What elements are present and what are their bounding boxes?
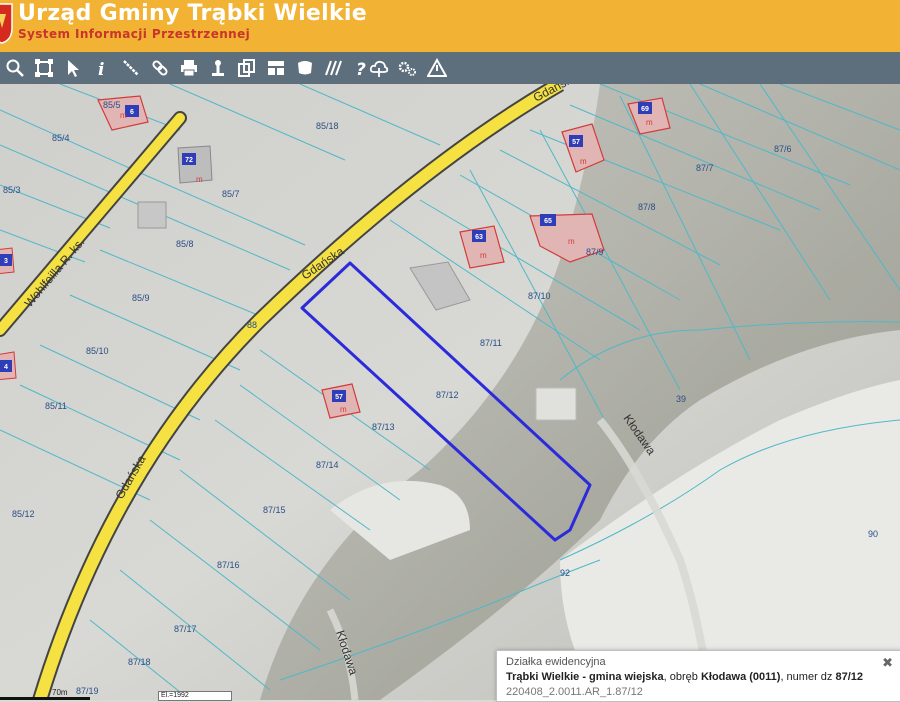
link-icon[interactable] [149,57,171,79]
svg-text:i: i [98,60,104,78]
locate-icon[interactable] [207,57,229,79]
warning-icon[interactable] [426,57,448,79]
popup-sep: , numer dz [780,671,836,683]
scale-bar: 70m El.=1992 [0,688,250,701]
parcel-label: 87/16 [217,560,240,570]
measure-icon[interactable] [120,57,142,79]
address-number: 6 [130,109,134,116]
parcel-label: 87/8 [638,202,656,212]
parcel-label: 87/14 [316,460,339,470]
parcel-label: 87/13 [372,422,395,432]
popup-parcel-number: 87/12 [835,671,863,683]
parcel-label: 85/9 [132,293,150,303]
popup-parcel-code: 220408_2.0011.AR_1.87/12 [506,686,643,698]
popup-municipality: Trąbki Wielkie - gmina wiejska [506,671,664,683]
coat-of-arms-icon [0,3,13,44]
svg-text:m: m [340,405,347,414]
popup-precinct: Kłodawa (0011) [700,671,781,683]
address-number: 57 [335,394,343,401]
popup-details: Trąbki Wielkie - gmina wiejska, obręb Kł… [506,671,863,683]
svg-text:?: ? [356,60,366,78]
parcel-label: 87/15 [263,505,286,515]
parcel-label: 87/11 [480,338,502,348]
parcel-label: 85/3 [3,185,21,195]
print-icon[interactable] [178,57,200,79]
svg-text:m: m [480,251,487,260]
parcel-label: 39 [676,394,686,404]
parcel-label: 85/4 [52,133,70,143]
app-header: Urząd Gminy Trąbki Wielkie System Inform… [0,0,900,52]
parcel-label: 85/18 [316,121,339,131]
app-title: Urząd Gminy Trąbki Wielkie [18,1,367,26]
toolbar: i ? [0,52,900,85]
svg-text:m: m [580,157,587,166]
address-number: 57 [572,139,580,146]
parcel-info-popup: Działka ewidencyjna ✖ Trąbki Wielkie - g… [496,650,900,702]
copy-icon[interactable] [236,57,258,79]
popup-title: Działka ewidencyjna [506,656,606,668]
pointer-icon[interactable] [62,57,84,79]
map-view[interactable]: 6 72 65 69 57 63 62 57 3 4 mmm mmm m 85/… [0,84,900,700]
parcel-label: 85/7 [222,189,240,199]
building [535,387,577,421]
hatch-icon[interactable] [323,57,345,79]
parcel-label: 92 [560,568,570,578]
parcel-label: 87/18 [128,657,151,667]
app-subtitle: System Informacji Przestrzennej [18,27,251,41]
info-icon[interactable]: i [91,57,113,79]
parcel-label: 87/17 [174,624,197,634]
parcel-label: 87/9 [586,247,604,257]
building [137,201,167,229]
cloud-icon[interactable] [368,57,390,79]
address-number: 69 [641,106,649,113]
svg-text:m: m [568,237,575,246]
fullscreen-icon[interactable] [33,57,55,79]
settings-icon[interactable] [396,57,418,79]
address-number: 72 [185,157,193,164]
address-number: 3 [4,258,8,265]
parcel-label: 87/12 [436,390,459,400]
parcel-label: 85/10 [86,346,109,356]
parcel-label: 87/6 [774,144,792,154]
parcel-label: 90 [868,529,878,539]
parcel-label: 85/11 [45,401,67,411]
parcel-label: 85/12 [12,509,35,519]
parcel-label: 85/5 [103,100,121,110]
svg-text:m: m [646,118,653,127]
svg-text:m: m [196,175,203,184]
parcel-label: 87/10 [528,291,551,301]
svg-text:m: m [120,111,127,120]
parcel-label: 87/7 [696,163,714,173]
zoom-icon[interactable] [4,57,26,79]
layout-icon[interactable] [265,57,287,79]
scale-text: 70m [52,688,68,697]
shape-icon[interactable] [294,57,316,79]
address-number: 4 [4,364,8,371]
parcel-label: 85/8 [176,239,194,249]
parcel-label: 88 [247,320,257,330]
address-number: 63 [475,234,483,241]
popup-sep: , obręb [663,671,701,683]
close-icon[interactable]: ✖ [882,655,893,671]
address-number: 65 [544,218,552,225]
map-canvas[interactable]: 6 72 65 69 57 63 62 57 3 4 mmm mmm m 85/… [0,84,900,700]
